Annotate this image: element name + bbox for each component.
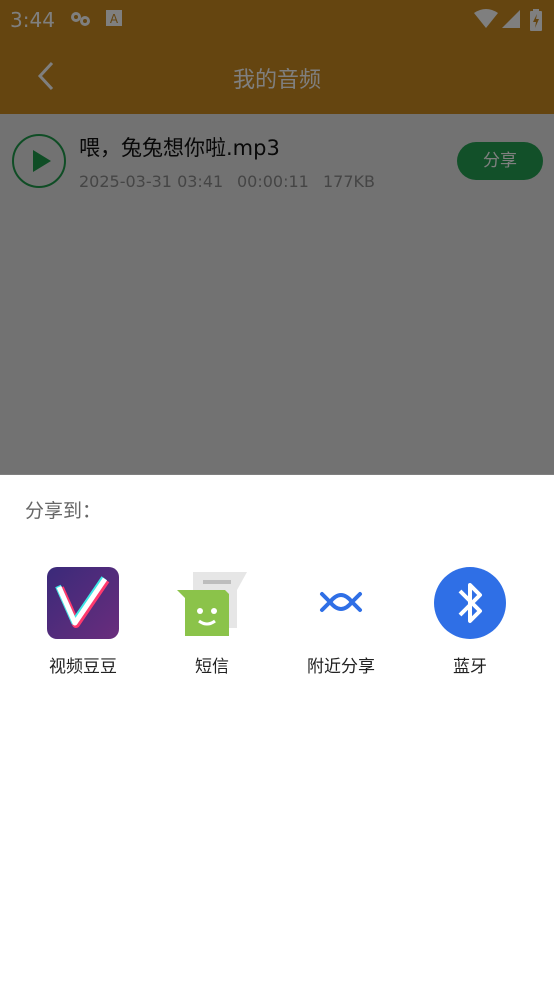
share-sheet-title: 分享到： <box>25 500 102 522</box>
share-target-nearby-share[interactable]: 附近分享 <box>286 566 396 677</box>
share-target-sms[interactable]: 短信 <box>157 566 267 677</box>
share-target-label: 短信 <box>195 657 229 677</box>
bluetooth-icon <box>433 566 507 640</box>
share-target-video-doudou[interactable]: 视频豆豆 <box>28 566 138 677</box>
sms-icon <box>175 566 249 640</box>
share-target-bluetooth[interactable]: 蓝牙 <box>415 566 525 677</box>
nearby-share-icon <box>304 566 378 640</box>
modal-scrim[interactable] <box>0 0 554 475</box>
video-doudou-icon <box>46 566 120 640</box>
share-target-label: 蓝牙 <box>453 657 487 677</box>
share-target-label: 附近分享 <box>307 657 375 677</box>
screen: 3:44 A 我的音频 喂，兔兔想你啦.mp3 2025-03-31 <box>0 0 554 984</box>
share-sheet: 分享到： 视频豆豆 短信 附近分享 蓝牙 <box>0 475 554 984</box>
share-target-label: 视频豆豆 <box>49 657 117 677</box>
